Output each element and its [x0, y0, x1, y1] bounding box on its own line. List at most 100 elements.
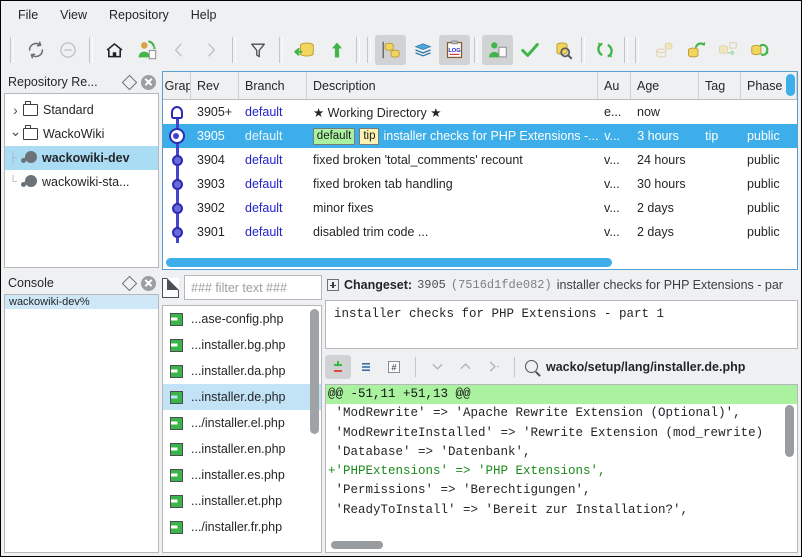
forward-arrow-icon[interactable] [195, 35, 226, 65]
list-item[interactable]: ...installer.et.php [163, 488, 321, 514]
close-icon[interactable] [140, 74, 157, 91]
commit-message-box[interactable]: installer checks for PHP Extensions - pa… [325, 300, 798, 349]
tree-item-wackowiki[interactable]: WackoWiki [5, 122, 158, 146]
php-file-icon [169, 416, 184, 431]
file-name: .../installer.el.php [191, 416, 285, 430]
annotate-icon[interactable] [353, 355, 379, 379]
bundle-icon[interactable] [712, 35, 743, 65]
age-cell: now [637, 105, 660, 119]
pull-icon[interactable] [321, 35, 352, 65]
diff-view-hscrollbar[interactable] [331, 541, 383, 549]
diff-view-vscrollbar[interactable] [785, 405, 794, 457]
chevron-down-icon[interactable] [8, 126, 23, 143]
menu-help[interactable]: Help [180, 4, 228, 26]
list-item-selected[interactable]: ...installer.de.php [163, 384, 321, 410]
table-row[interactable]: 3901 default disabled trim code ... v...… [163, 220, 797, 244]
repository-registry-panel: Repository Re... Standard [4, 71, 159, 268]
menu-file[interactable]: File [7, 4, 49, 26]
file-list[interactable]: ...ase-config.php ...installer.bg.php ..… [162, 305, 322, 553]
column-header-branch[interactable]: Branch [239, 72, 307, 99]
tree-item-wackowiki-dev[interactable]: ├ wackowiki-dev [5, 146, 158, 170]
back-arrow-icon[interactable] [163, 35, 194, 65]
line-numbers-icon[interactable]: # [381, 355, 407, 379]
changeset-summary: installer checks for PHP Extensions - pa… [556, 278, 783, 292]
table-row[interactable]: 3902 default minor fixes v... 2 days pub… [163, 196, 797, 220]
diff-view[interactable]: @@ -51,11 +51,13 @@ 'ModRewrite' => 'Apa… [325, 384, 798, 553]
branch-cell: default [245, 153, 283, 167]
toolbar-separator [474, 37, 478, 63]
float-icon[interactable] [121, 74, 138, 91]
column-header-age[interactable]: Age [631, 72, 699, 99]
outgoing-icon[interactable] [648, 35, 679, 65]
sync-icon[interactable] [589, 35, 620, 65]
column-header-tag[interactable]: Tag [699, 72, 741, 99]
table-row[interactable]: 3905 default default tip installer check… [163, 124, 797, 148]
list-item[interactable]: ...installer.en.php [163, 436, 321, 462]
menu-repository[interactable]: Repository [98, 4, 180, 26]
commit-icon[interactable] [482, 35, 513, 65]
check-icon[interactable] [514, 35, 545, 65]
rev-cell: 3903 [197, 177, 225, 191]
author-cell: v... [604, 153, 620, 167]
document-icon[interactable] [162, 277, 179, 298]
revision-table-hscrollbar[interactable] [166, 258, 785, 267]
rev-cell: 3902 [197, 201, 225, 215]
goto-revision-icon[interactable] [131, 35, 162, 65]
search-icon[interactable] [525, 360, 538, 373]
filter-input[interactable]: ### filter text ### [184, 275, 322, 300]
toolbar-separator [10, 37, 14, 63]
file-path-bar[interactable]: wacko/setup/lang/installer.de.php [523, 360, 745, 374]
table-row[interactable]: 3905+ default ★ Working Directory ★ e...… [163, 100, 797, 124]
console-output[interactable]: wackowiki-dev% [4, 294, 159, 553]
table-row[interactable]: 3903 default fixed broken tab handling v… [163, 172, 797, 196]
push-icon[interactable] [680, 35, 711, 65]
refresh-icon[interactable] [20, 35, 51, 65]
float-icon[interactable] [121, 275, 138, 292]
prev-diff-icon[interactable] [452, 355, 478, 379]
export-icon[interactable] [744, 35, 775, 65]
php-file-icon [169, 390, 184, 405]
list-item[interactable]: ...ase-config.php [163, 306, 321, 332]
tree-item-wackowiki-stable[interactable]: └ wackowiki-sta... [5, 170, 158, 194]
diff-mode-icon[interactable] [325, 354, 351, 379]
file-list-vscrollbar[interactable] [310, 309, 319, 434]
column-header-author[interactable]: Au [598, 72, 631, 99]
php-file-icon [169, 312, 184, 327]
list-item[interactable]: ...installer.es.php [163, 462, 321, 488]
log-icon[interactable]: LOG [439, 35, 470, 65]
goto-diff-icon[interactable] [480, 355, 506, 379]
php-file-icon [169, 468, 184, 483]
column-header-description[interactable]: Description [307, 72, 598, 99]
branch-badge: default [312, 127, 356, 145]
list-item[interactable]: ...installer.bg.php [163, 332, 321, 358]
stop-icon[interactable] [52, 35, 83, 65]
expand-icon[interactable] [327, 279, 339, 291]
repository-tree[interactable]: Standard WackoWiki ├ wackowiki-dev [4, 93, 159, 268]
incoming-icon[interactable] [289, 35, 320, 65]
changeset-header: Changeset: 3905 (7516d1fde082) installer… [325, 273, 798, 297]
close-icon[interactable] [140, 275, 157, 292]
menu-view[interactable]: View [49, 4, 98, 26]
column-header-graph[interactable]: Grap [163, 72, 191, 99]
stack-icon[interactable] [407, 35, 438, 65]
graph-cell [163, 128, 191, 144]
home-icon[interactable] [99, 35, 130, 65]
filter-icon[interactable] [242, 35, 273, 65]
search-repo-icon[interactable] [546, 35, 577, 65]
column-header-rev[interactable]: Rev [191, 72, 239, 99]
list-item[interactable]: ...installer.da.php [163, 358, 321, 384]
main-toolbar: LOG [1, 29, 801, 71]
right-column: Grap Rev Branch Description Au Age Tag P… [162, 71, 798, 553]
tree-item-standard[interactable]: Standard [5, 98, 158, 122]
bottom-area: ### filter text ### ...ase-config.php ..… [162, 273, 798, 553]
list-item[interactable]: .../installer.fr.php [163, 514, 321, 540]
next-diff-icon[interactable] [424, 355, 450, 379]
main-content: Repository Re... Standard [1, 71, 801, 556]
list-item[interactable]: .../installer.el.php [163, 410, 321, 436]
chevron-right-icon[interactable] [8, 102, 23, 118]
graph-repo-icon[interactable] [375, 35, 406, 65]
changeset-label: Changeset: [344, 278, 413, 292]
revision-table-vscrollbar[interactable] [785, 73, 796, 268]
revision-table[interactable]: Grap Rev Branch Description Au Age Tag P… [162, 71, 798, 270]
table-row[interactable]: 3904 default fixed broken 'total_comment… [163, 148, 797, 172]
